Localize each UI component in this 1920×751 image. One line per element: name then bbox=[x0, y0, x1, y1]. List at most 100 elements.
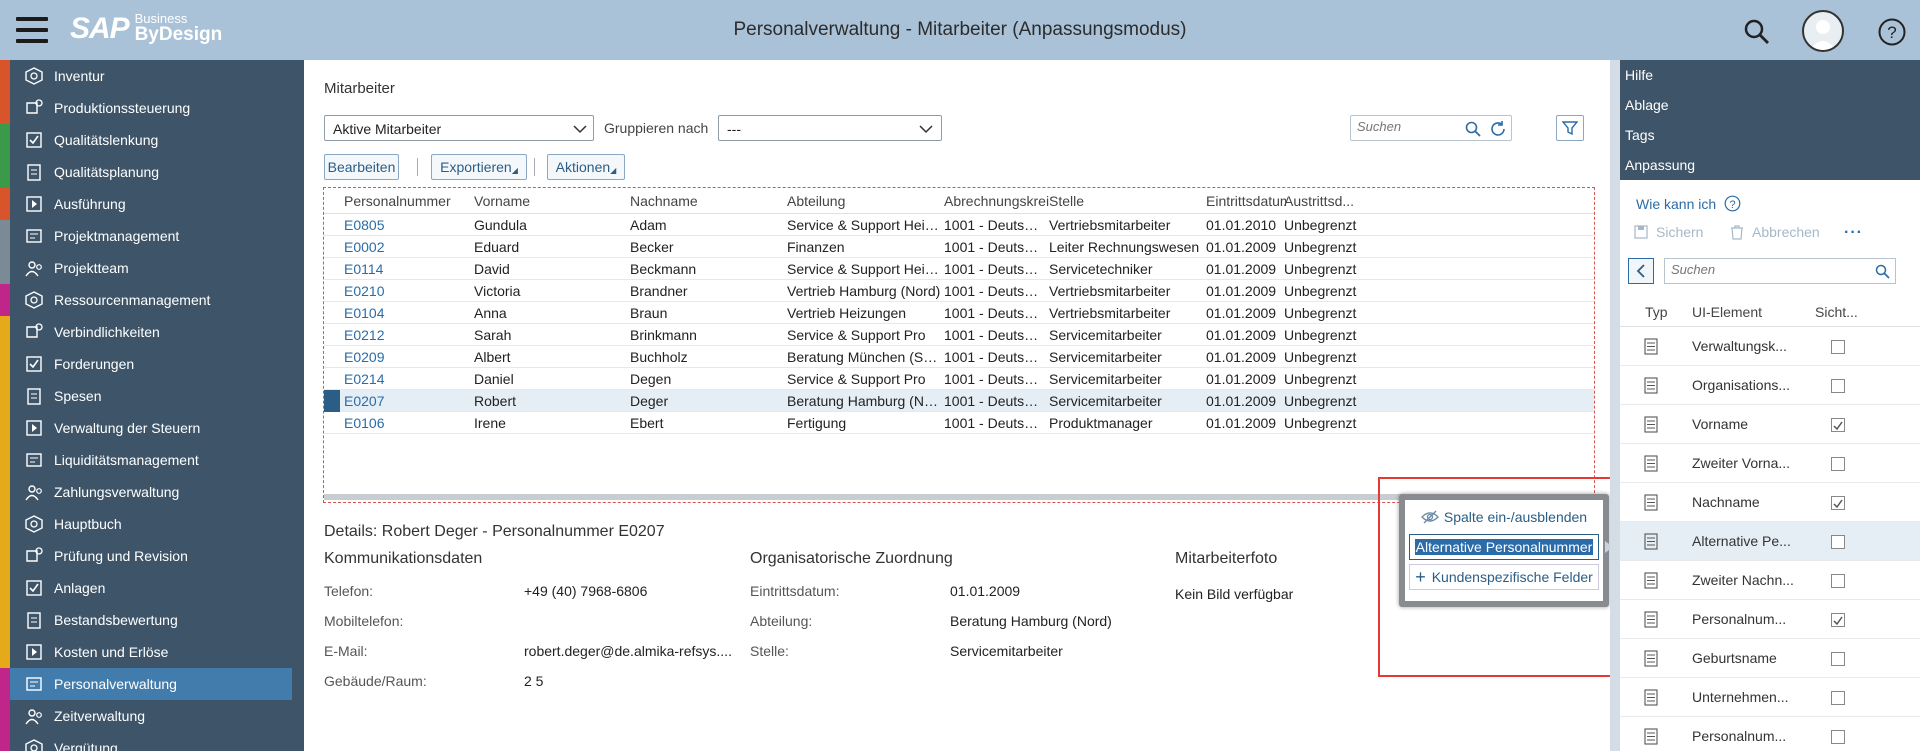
column-header[interactable]: Personalnummer bbox=[344, 193, 474, 209]
sidebar-item[interactable]: Ressourcenmanagement bbox=[0, 284, 304, 316]
cancel-button[interactable]: Abbrechen bbox=[1730, 224, 1820, 240]
sidebar-item[interactable]: Qualitätsplanung bbox=[0, 156, 304, 188]
visible-checkbox[interactable] bbox=[1831, 691, 1845, 705]
sidebar-item[interactable]: Ausführung bbox=[0, 188, 304, 220]
menu-icon[interactable] bbox=[16, 17, 48, 43]
avatar[interactable] bbox=[1802, 10, 1844, 52]
panel-separator[interactable] bbox=[1610, 60, 1620, 751]
employee-id-link[interactable]: E0210 bbox=[344, 283, 469, 299]
panel-search-field[interactable] bbox=[1664, 258, 1896, 284]
sidebar-item[interactable]: Personalverwaltung bbox=[0, 668, 304, 700]
group-by-select[interactable]: --- bbox=[718, 115, 942, 141]
employee-id-link[interactable]: E0209 bbox=[344, 349, 469, 365]
ui-element-row[interactable]: Zweiter Vorna... bbox=[1620, 444, 1920, 483]
column-header[interactable]: Eintrittsdatum bbox=[1206, 193, 1286, 209]
employee-id-link[interactable]: E0207 bbox=[344, 393, 469, 409]
toggle-column-item[interactable]: Spalte ein-/ausblenden bbox=[1409, 504, 1599, 530]
visible-checkbox[interactable] bbox=[1831, 535, 1845, 549]
back-button[interactable] bbox=[1628, 258, 1654, 284]
table-row[interactable]: E0106 Irene Ebert Fertigung 1001 - Deutschla… bbox=[324, 412, 1594, 434]
refresh-icon[interactable] bbox=[1489, 120, 1507, 138]
ui-element-row[interactable]: Geburtsname bbox=[1620, 639, 1920, 678]
column-header[interactable]: Abteilung bbox=[787, 193, 947, 209]
sidebar-item[interactable]: Zeitverwaltung bbox=[0, 700, 304, 732]
ui-element-row[interactable]: Organisations... bbox=[1620, 366, 1920, 405]
menu-tags[interactable]: Tags bbox=[1625, 127, 1655, 143]
sidebar-item[interactable]: Projektteam bbox=[0, 252, 304, 284]
sidebar-item[interactable]: Kosten und Erlöse bbox=[0, 636, 304, 668]
ui-element-row[interactable]: Unternehmen... bbox=[1620, 678, 1920, 717]
export-button[interactable]: Exportieren ◢ bbox=[431, 154, 527, 180]
sidebar-item[interactable]: Projektmanagement bbox=[0, 220, 304, 252]
sidebar-item[interactable]: Verbindlichkeiten bbox=[0, 316, 304, 348]
column-header[interactable]: Abrechnungskreis bbox=[944, 193, 1049, 209]
employee-id-link[interactable]: E0106 bbox=[344, 415, 469, 431]
more-icon[interactable]: ··· bbox=[1844, 224, 1863, 242]
save-button[interactable]: Sichern bbox=[1634, 224, 1703, 240]
table-search-field[interactable] bbox=[1350, 115, 1512, 141]
ui-element-row[interactable]: Zweiter Nachn... bbox=[1620, 561, 1920, 600]
table-row[interactable]: E0209 Albert Buchholz Beratung München (Süd… bbox=[324, 346, 1594, 368]
employee-id-link[interactable]: E0002 bbox=[344, 239, 469, 255]
sidebar-item[interactable]: Verwaltung der Steuern bbox=[0, 412, 304, 444]
howto-link[interactable]: Wie kann ich ? bbox=[1636, 195, 1741, 212]
ui-element-row[interactable]: Alternative Pe... bbox=[1620, 522, 1920, 561]
column-header[interactable]: Stelle bbox=[1049, 193, 1209, 209]
employee-id-link[interactable]: E0214 bbox=[344, 371, 469, 387]
ui-element-row[interactable]: Verwaltungsk... bbox=[1620, 327, 1920, 366]
visible-checkbox[interactable] bbox=[1831, 418, 1845, 432]
sidebar-item[interactable]: Prüfung und Revision bbox=[0, 540, 304, 572]
sidebar-item[interactable]: Qualitätslenkung bbox=[0, 124, 304, 156]
table-search-input[interactable] bbox=[1357, 119, 1457, 134]
visible-checkbox[interactable] bbox=[1831, 496, 1845, 510]
sidebar-item[interactable]: Spesen bbox=[0, 380, 304, 412]
alt-number-item[interactable]: Alternative Personalnummer bbox=[1409, 534, 1599, 560]
table-row[interactable]: E0212 Sarah Brinkmann Service & Support Pro… bbox=[324, 324, 1594, 346]
search-icon[interactable] bbox=[1465, 121, 1481, 137]
custom-fields-item[interactable]: + Kundenspezifische Felder bbox=[1409, 564, 1599, 590]
edit-button[interactable]: Bearbeiten bbox=[324, 154, 399, 180]
visible-checkbox[interactable] bbox=[1831, 379, 1845, 393]
sidebar-item[interactable]: Hauptbuch bbox=[0, 508, 304, 540]
sidebar-item[interactable]: Produktionssteuerung bbox=[0, 92, 304, 124]
sidebar-item[interactable]: Bestandsbewertung bbox=[0, 604, 304, 636]
sidebar-item[interactable]: Liquiditätsmanagement bbox=[0, 444, 304, 476]
column-header[interactable]: Nachname bbox=[630, 193, 785, 209]
table-row[interactable]: E0114 David Beckmann Service & Support Heiz… bbox=[324, 258, 1594, 280]
sidebar-item[interactable]: Forderungen bbox=[0, 348, 304, 380]
sidebar-item[interactable]: Vergütung bbox=[0, 732, 304, 751]
sidebar-item[interactable]: Zahlungsverwaltung bbox=[0, 476, 304, 508]
table-row[interactable]: E0104 Anna Braun Vertrieb Heizungen 1001 - D… bbox=[324, 302, 1594, 324]
table-row[interactable]: E0210 Victoria Brandner Vertrieb Hamburg (N… bbox=[324, 280, 1594, 302]
ui-element-row[interactable]: Vorname bbox=[1620, 405, 1920, 444]
menu-customization[interactable]: Anpassung bbox=[1625, 157, 1695, 173]
ui-element-row[interactable]: Nachname bbox=[1620, 483, 1920, 522]
menu-filing[interactable]: Ablage bbox=[1625, 97, 1669, 113]
table-row[interactable]: E0207 Robert Deger Beratung Hamburg (Nord) 1… bbox=[324, 390, 1594, 412]
employee-id-link[interactable]: E0104 bbox=[344, 305, 469, 321]
table-row[interactable]: E0214 Daniel Degen Service & Support Pro 100… bbox=[324, 368, 1594, 390]
visible-checkbox[interactable] bbox=[1831, 457, 1845, 471]
column-header[interactable]: Austrittsd... bbox=[1284, 193, 1364, 209]
employee-id-link[interactable]: E0114 bbox=[344, 261, 469, 277]
email-link[interactable]: robert.deger@de.almika-refsys.... bbox=[524, 643, 732, 659]
ui-element-row[interactable]: Personalnum... bbox=[1620, 600, 1920, 639]
filter-button[interactable] bbox=[1556, 115, 1584, 141]
sidebar-item[interactable]: Anlagen bbox=[0, 572, 304, 604]
ui-element-row[interactable]: Personalnum... bbox=[1620, 717, 1920, 751]
visible-checkbox[interactable] bbox=[1831, 730, 1845, 744]
actions-button[interactable]: Aktionen ◢ bbox=[547, 154, 625, 180]
help-icon[interactable]: ? bbox=[1872, 12, 1912, 52]
menu-help[interactable]: Hilfe bbox=[1625, 67, 1653, 83]
table-row[interactable]: E0805 Gundula Adam Service & Support Heizun… bbox=[324, 214, 1594, 236]
visible-checkbox[interactable] bbox=[1831, 340, 1845, 354]
filter-select[interactable]: Aktive Mitarbeiter bbox=[324, 115, 594, 141]
employee-id-link[interactable]: E0805 bbox=[344, 217, 469, 233]
employee-id-link[interactable]: E0212 bbox=[344, 327, 469, 343]
sidebar-item[interactable]: Inventur bbox=[0, 60, 304, 92]
phone-link[interactable]: +49 (40) 7968-6806 bbox=[524, 583, 647, 599]
panel-search-input[interactable] bbox=[1671, 262, 1861, 277]
search-icon[interactable] bbox=[1875, 264, 1890, 279]
row-selector[interactable] bbox=[324, 390, 340, 412]
column-header[interactable]: Vorname bbox=[474, 193, 629, 209]
